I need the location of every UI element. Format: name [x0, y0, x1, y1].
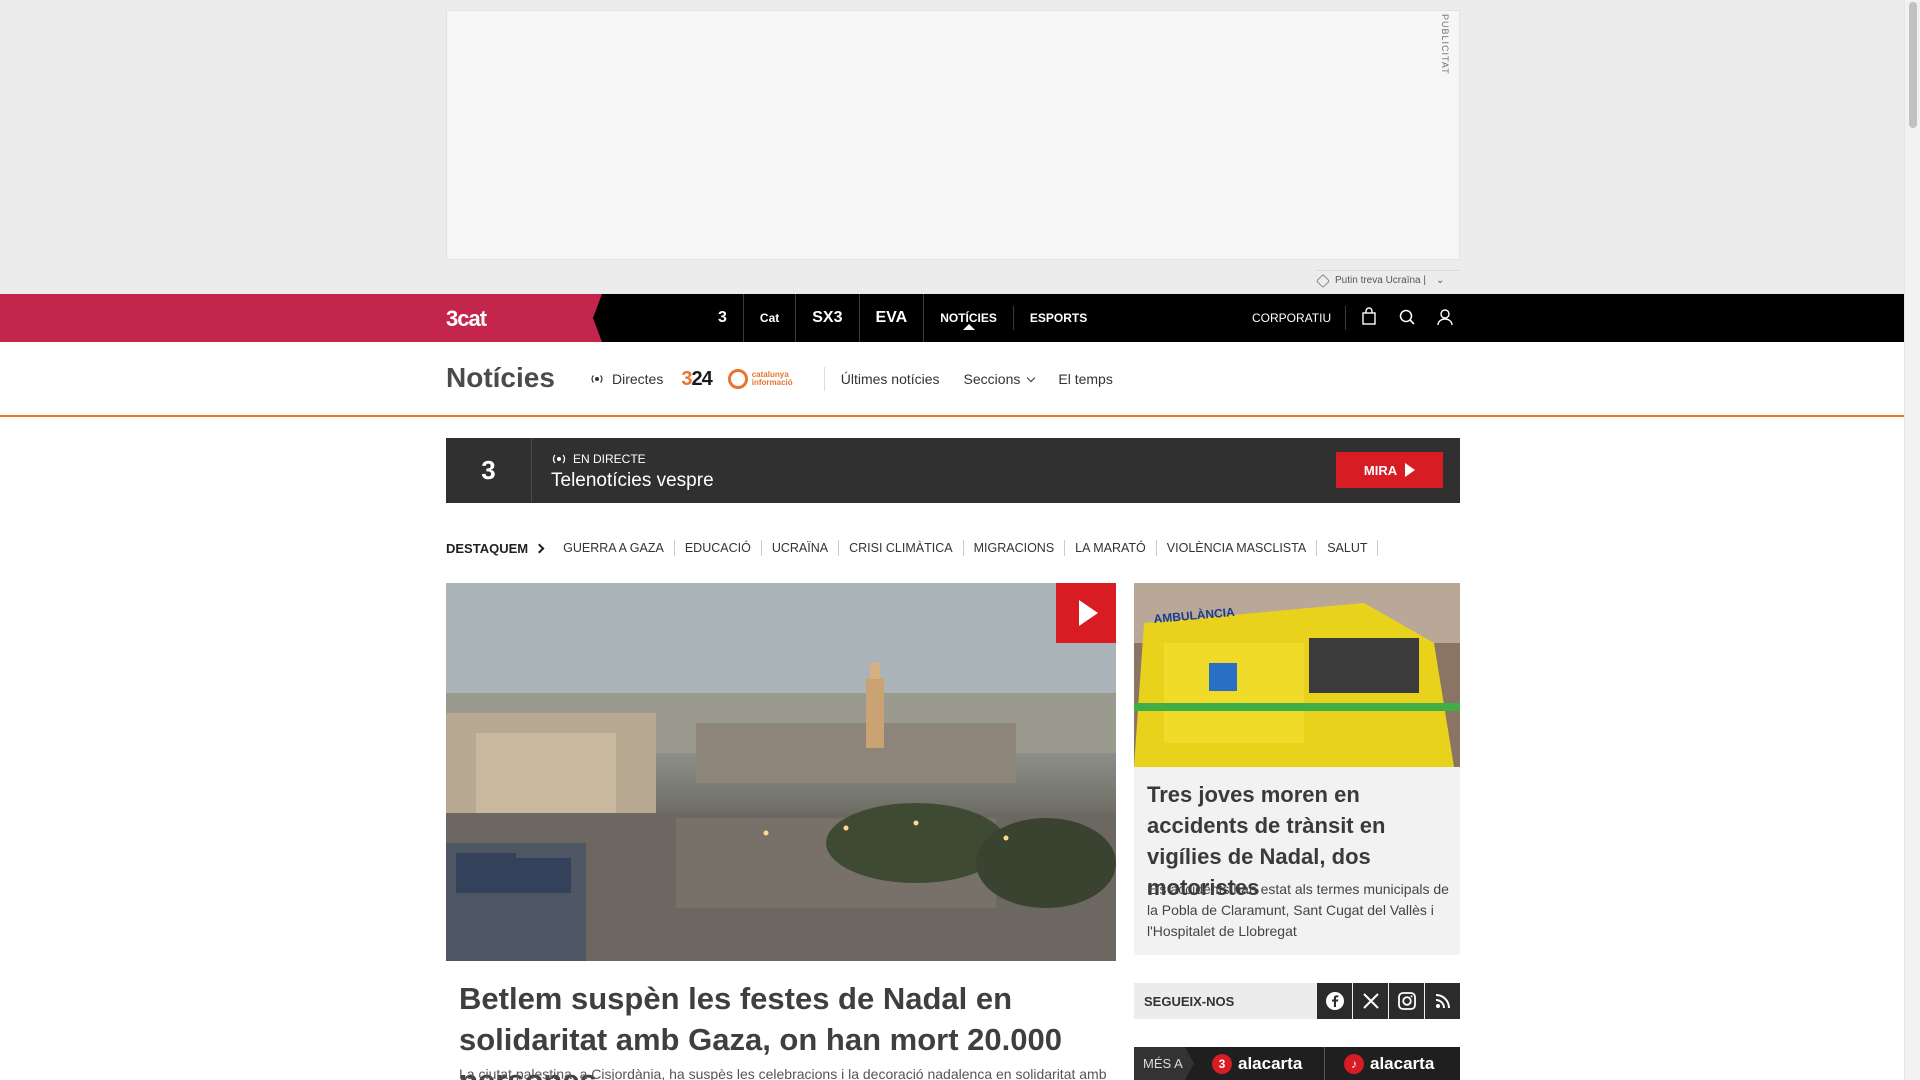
ad-label: PUBLICITAT	[1440, 14, 1450, 75]
ad-banner[interactable]	[446, 10, 1460, 260]
search-icon[interactable]	[1396, 306, 1418, 328]
facebook-icon[interactable]	[1317, 983, 1352, 1019]
destaquem-text: DESTAQUEM	[446, 540, 529, 556]
mes-a-label: MÉS A	[1134, 1047, 1194, 1080]
rss-icon[interactable]	[1425, 983, 1460, 1019]
x-icon[interactable]	[1353, 983, 1388, 1019]
tv3-badge-icon: 3	[1212, 1053, 1232, 1074]
mira-button[interactable]: MIRA	[1336, 452, 1443, 488]
el-temps-link[interactable]: El temps	[1058, 371, 1112, 387]
live-kicker: EN DIRECTE	[551, 452, 646, 466]
topic-la-marato[interactable]: LA MARATÓ	[1065, 540, 1157, 556]
catradio-badge-icon: ♪	[1344, 1053, 1364, 1074]
tv3-alacarta-link[interactable]: 3 alacarta	[1212, 1047, 1302, 1080]
video-play-button[interactable]	[1056, 583, 1116, 643]
tv3-channel-logo: 3	[446, 438, 532, 503]
scrollbar-thumb[interactable]	[1909, 2, 1917, 128]
directes-link[interactable]: Directes	[612, 371, 663, 387]
topic-migracions[interactable]: MIGRACIONS	[964, 540, 1066, 556]
chevron-right-icon	[534, 543, 545, 553]
3cat-logo[interactable]: 3cat	[446, 306, 487, 332]
live-banner[interactable]: 3 EN DIRECTE Telenotícies vespre MIRA	[446, 438, 1460, 503]
topic-guerra-a-gaza[interactable]: GUERRA A GAZA	[553, 540, 675, 556]
nav-esports[interactable]: ESPORTS	[1014, 294, 1103, 342]
324-logo-three: 3	[681, 367, 692, 390]
side-article-image[interactable]: AMBULÀNCIA	[1134, 583, 1460, 767]
topic-educacio[interactable]: EDUCACIÓ	[675, 540, 762, 556]
top-navigation: 3cat 3 Cat SX3 EVA NOTÍCIES ESPORTS CORP…	[0, 294, 1904, 342]
ultimes-noticies-link[interactable]: Últimes notícies	[841, 371, 940, 387]
topic-salut[interactable]: SALUT	[1317, 540, 1379, 556]
corporatiu-link[interactable]: CORPORATIU	[1252, 306, 1347, 330]
side-article-summary: Els accidents han estat als termes munic…	[1147, 881, 1449, 939]
side-article-card[interactable]: AMBULÀNCIA Tres joves moren en accidents…	[1134, 583, 1460, 955]
social-follow-bar: SEGUEIX-NOS	[1134, 983, 1460, 1019]
brand-stripe	[0, 294, 602, 342]
page-title[interactable]: Notícies	[446, 362, 555, 394]
chevron-down-icon[interactable]: ⌄	[1436, 275, 1444, 286]
seccions-label: Seccions	[963, 371, 1021, 387]
mira-label: MIRA	[1363, 462, 1398, 478]
destaquem-label[interactable]: DESTAQUEM	[446, 540, 545, 556]
section-nav: Directes 324 catalunya informació Últime…	[590, 367, 1137, 391]
divider	[1324, 1047, 1325, 1080]
alacarta-bar: MÉS A 3 alacarta ♪ alacarta	[1134, 1047, 1460, 1080]
seccions-dropdown[interactable]: Seccions	[963, 371, 1036, 387]
brand-eva-logo[interactable]: EVA	[860, 294, 925, 342]
ci-circle-icon	[727, 369, 748, 389]
divider	[823, 367, 825, 391]
ci-logo-text: catalunya informació	[751, 370, 793, 387]
section-header: Notícies Directes 324 catalunya informac…	[0, 342, 1904, 417]
ad-topic-text: Putin treva Ucraïna |	[1335, 275, 1426, 286]
topic-crisi-climatica[interactable]: CRISI CLIMÀTICA	[839, 540, 964, 556]
topic-violencia-masclista[interactable]: VIOLÈNCIA MASCLISTA	[1157, 540, 1318, 556]
tv3-alacarta-text: alacarta	[1238, 1053, 1303, 1073]
top-icons	[1358, 306, 1456, 328]
nav-noticies[interactable]: NOTÍCIES	[924, 306, 1014, 330]
instagram-icon[interactable]	[1389, 983, 1424, 1019]
play-icon	[1078, 600, 1098, 626]
live-broadcast-icon	[590, 372, 604, 386]
main-article-summary: La ciutat palestina, a Cisjordània, ha s…	[459, 1066, 1107, 1080]
main-article-title[interactable]: Betlem suspèn les festes de Nadal en sol…	[459, 978, 1109, 1080]
catradio-alacarta-text: alacarta	[1370, 1053, 1435, 1073]
destaquem-bar: DESTAQUEM GUERRA A GAZA EDUCACIÓ UCRAÏNA…	[446, 540, 1379, 556]
live-broadcast-icon	[552, 454, 566, 464]
324-logo-24: 24	[691, 367, 712, 390]
live-program-title[interactable]: Telenotícies vespre	[551, 470, 714, 492]
chevron-down-icon	[1027, 373, 1036, 383]
brand-catradio-logo[interactable]: Cat	[744, 294, 797, 342]
topic-ucraina[interactable]: UCRAÏNA	[762, 540, 840, 556]
brand-list: 3 Cat SX3 EVA NOTÍCIES ESPORTS	[702, 294, 1103, 342]
user-icon[interactable]	[1434, 306, 1456, 328]
324-logo[interactable]: 324	[681, 367, 712, 391]
play-icon	[1405, 463, 1416, 477]
shopping-bag-icon[interactable]	[1358, 306, 1380, 328]
segueix-nos-label: SEGUEIX-NOS	[1144, 994, 1235, 1009]
page-scrollbar[interactable]	[1904, 0, 1920, 1080]
live-kicker-text: EN DIRECTE	[573, 452, 646, 466]
tag-icon	[1315, 273, 1331, 288]
ad-topic-bar[interactable]: Putin treva Ucraïna | ⌄	[1315, 270, 1460, 290]
brand-sx3-logo[interactable]: SX3	[796, 294, 860, 342]
main-article-image[interactable]	[446, 583, 1116, 961]
catalunya-informacio-logo[interactable]: catalunya informació	[727, 369, 808, 389]
brand-tv3-logo[interactable]: 3	[702, 294, 744, 342]
catradio-alacarta-link[interactable]: ♪ alacarta	[1344, 1047, 1434, 1080]
social-icons	[1316, 983, 1460, 1019]
